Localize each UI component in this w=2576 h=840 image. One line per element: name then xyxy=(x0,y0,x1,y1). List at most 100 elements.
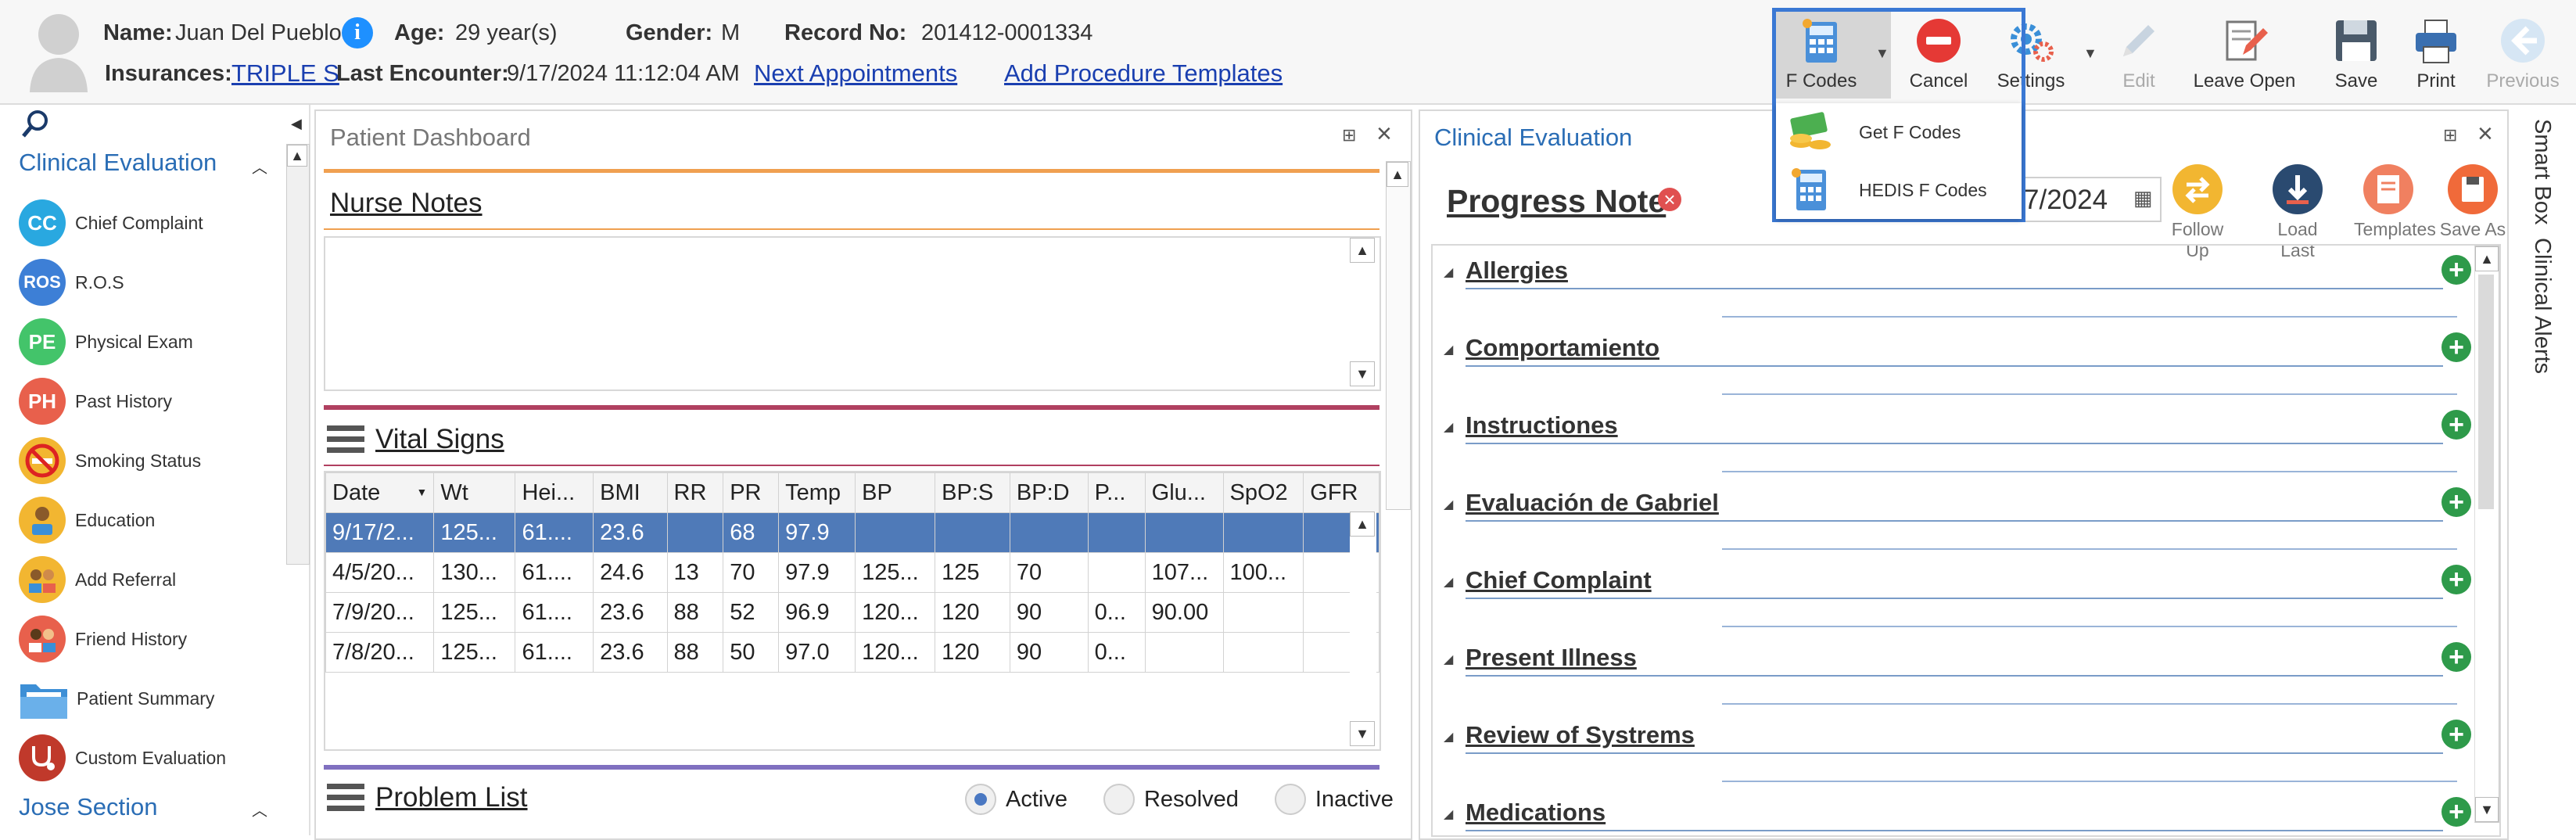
collapse-sidebar-icon[interactable]: ◀ xyxy=(291,116,302,132)
column-header[interactable]: Glu... xyxy=(1144,472,1224,513)
column-header[interactable]: RR xyxy=(666,472,724,513)
collapse-arrow-icon[interactable]: ◢ xyxy=(1444,419,1453,435)
column-header[interactable]: SpO2 xyxy=(1222,472,1304,513)
table-row[interactable]: 9/17/2... 125... 61.... 23.6 68 97.9 xyxy=(325,512,1379,553)
evaluation-section-title[interactable]: Present Illness xyxy=(1466,644,1637,672)
evaluation-section-title[interactable]: Review of Systrems xyxy=(1466,721,1695,749)
evaluation-scrollbar[interactable]: ▲ ▼ xyxy=(2474,246,2499,823)
scroll-up-button[interactable]: ▲ xyxy=(287,145,307,167)
evaluation-section-title[interactable]: Evaluación de Gabriel xyxy=(1466,489,1719,517)
templates-button[interactable]: Templates xyxy=(2354,164,2436,240)
hamburger-icon[interactable] xyxy=(327,422,364,457)
save-as-button[interactable]: Save As xyxy=(2438,164,2507,240)
sidebar-item-patient-summary[interactable]: Patient Summary xyxy=(19,673,285,724)
table-row[interactable]: 7/8/20... 125... 61.... 23.6 88 50 97.0 120... 1… xyxy=(325,632,1379,673)
column-header[interactable]: BP xyxy=(855,472,936,513)
menu-item-hedis-fcodes[interactable]: HEDIS F Codes xyxy=(1776,161,2022,219)
clinical-alerts-tab[interactable]: Clinical Alerts xyxy=(2529,238,2555,374)
add-icon[interactable]: + xyxy=(2441,565,2471,594)
sidebar-item-custom-evaluation[interactable]: Custom Evaluation xyxy=(19,732,285,784)
edit-button[interactable]: Edit xyxy=(2096,16,2182,92)
sidebar-item-education[interactable]: Education xyxy=(19,494,285,546)
radio-active[interactable] xyxy=(965,784,996,815)
vitals-scrollbar[interactable]: ▲ ▼ xyxy=(1350,512,1376,746)
scroll-up-button[interactable]: ▲ xyxy=(1350,512,1375,537)
save-button[interactable]: Save xyxy=(2313,16,2399,92)
info-icon[interactable]: i xyxy=(342,17,373,48)
sidebar-section-clinical-evaluation[interactable]: Clinical Evaluation xyxy=(19,149,217,177)
scroll-up-button[interactable]: ▲ xyxy=(1387,162,1408,187)
add-procedure-templates-link[interactable]: Add Procedure Templates xyxy=(1004,59,1283,88)
pin-icon[interactable]: ⊞ xyxy=(1342,125,1356,145)
collapse-arrow-icon[interactable]: ◢ xyxy=(1444,806,1453,822)
sidebar-item-physical-exam[interactable]: PE Physical Exam xyxy=(19,316,285,368)
next-appointments-link[interactable]: Next Appointments xyxy=(754,59,957,88)
scroll-up-button[interactable]: ▲ xyxy=(1350,238,1375,263)
close-icon[interactable]: × xyxy=(2477,119,2493,149)
insurance-link[interactable]: TRIPLE S xyxy=(231,59,339,88)
column-header[interactable]: P... xyxy=(1087,472,1146,513)
scroll-down-button[interactable]: ▼ xyxy=(2475,797,2499,822)
collapse-arrow-icon[interactable]: ◢ xyxy=(1444,574,1453,590)
search-icon[interactable] xyxy=(19,108,53,142)
evaluation-section-title[interactable]: Allergies xyxy=(1466,257,1568,285)
column-header[interactable]: Wt xyxy=(433,472,516,513)
add-icon[interactable]: + xyxy=(2441,797,2471,827)
hamburger-icon[interactable] xyxy=(327,781,364,815)
sidebar-item-chief-complaint[interactable]: CC Chief Complaint xyxy=(19,197,285,249)
add-icon[interactable]: + xyxy=(2441,332,2471,362)
chevron-up-icon[interactable]: ︿ xyxy=(252,155,267,178)
table-row[interactable]: 7/9/20... 125... 61.... 23.6 88 52 96.9 120... 1… xyxy=(325,592,1379,633)
scroll-thumb[interactable] xyxy=(2478,275,2494,509)
column-header[interactable]: PR xyxy=(723,472,780,513)
pin-icon[interactable]: ⊞ xyxy=(2443,125,2457,145)
add-icon[interactable]: + xyxy=(2441,720,2471,749)
radio-resolved[interactable] xyxy=(1103,784,1135,815)
column-header[interactable]: Date ▼ xyxy=(325,472,435,513)
scroll-down-button[interactable]: ▼ xyxy=(1350,361,1375,386)
evaluation-section-title[interactable]: Medications xyxy=(1466,799,1606,827)
collapse-arrow-icon[interactable]: ◢ xyxy=(1444,729,1453,745)
scroll-up-button[interactable]: ▲ xyxy=(2475,246,2499,271)
column-header[interactable]: BMI xyxy=(593,472,668,513)
column-header[interactable]: BP:D xyxy=(1009,472,1089,513)
collapse-arrow-icon[interactable]: ◢ xyxy=(1444,342,1453,357)
dashboard-scrollbar[interactable]: ▲ xyxy=(1386,161,1411,510)
add-icon[interactable]: + xyxy=(2441,410,2471,440)
column-header[interactable]: Temp xyxy=(778,472,856,513)
radio-inactive[interactable] xyxy=(1274,784,1306,815)
column-header[interactable]: Hei... xyxy=(515,472,594,513)
leave-open-button[interactable]: Leave Open xyxy=(2190,16,2299,92)
nurse-notes-textarea[interactable] xyxy=(324,236,1381,391)
table-row[interactable]: 4/5/20... 130... 61.... 24.6 13 70 97.9 125... 1… xyxy=(325,552,1379,593)
previous-button[interactable]: Previous xyxy=(2476,16,2570,92)
sidebar-scrollbar[interactable]: ▲ xyxy=(286,144,310,565)
evaluation-section-title[interactable]: Chief Complaint xyxy=(1466,566,1652,594)
scroll-down-button[interactable]: ▼ xyxy=(1350,721,1375,746)
column-header[interactable]: BP:S xyxy=(935,472,1010,513)
sidebar-item-smoking-status[interactable]: Smoking Status xyxy=(19,435,285,486)
collapse-arrow-icon[interactable]: ◢ xyxy=(1444,497,1453,512)
smart-box-tab[interactable]: Smart Box xyxy=(2529,119,2555,224)
evaluation-section-title[interactable]: Comportamiento xyxy=(1466,334,1659,362)
remove-icon[interactable]: × xyxy=(1658,188,1681,211)
evaluation-section-title[interactable]: Instructiones xyxy=(1466,411,1618,440)
chevron-up-icon[interactable]: ︿ xyxy=(252,798,267,820)
nurse-notes-scrollbar[interactable]: ▲ ▼ xyxy=(1350,238,1376,386)
add-icon[interactable]: + xyxy=(2441,642,2471,672)
sidebar-item-add-referral[interactable]: Add Referral xyxy=(19,554,285,605)
add-icon[interactable]: + xyxy=(2441,255,2471,285)
print-button[interactable]: Print xyxy=(2393,16,2479,92)
sidebar-item-ros[interactable]: ROS R.O.S xyxy=(19,257,285,308)
sidebar-item-past-history[interactable]: PH Past History xyxy=(19,375,285,427)
menu-item-get-fcodes[interactable]: Get F Codes xyxy=(1776,103,2022,161)
collapse-arrow-icon[interactable]: ◢ xyxy=(1444,264,1453,280)
close-icon[interactable]: × xyxy=(1376,119,1392,149)
sidebar-item-friend-history[interactable]: Friend History xyxy=(19,613,285,665)
collapse-arrow-icon[interactable]: ◢ xyxy=(1444,652,1453,667)
add-icon[interactable]: + xyxy=(2441,487,2471,517)
column-header[interactable]: GFR xyxy=(1303,472,1379,513)
sort-arrow-icon[interactable]: ▼ xyxy=(416,486,427,498)
calendar-icon[interactable]: ▦ xyxy=(2133,186,2153,210)
sidebar-section-jose[interactable]: Jose Section xyxy=(19,793,158,821)
